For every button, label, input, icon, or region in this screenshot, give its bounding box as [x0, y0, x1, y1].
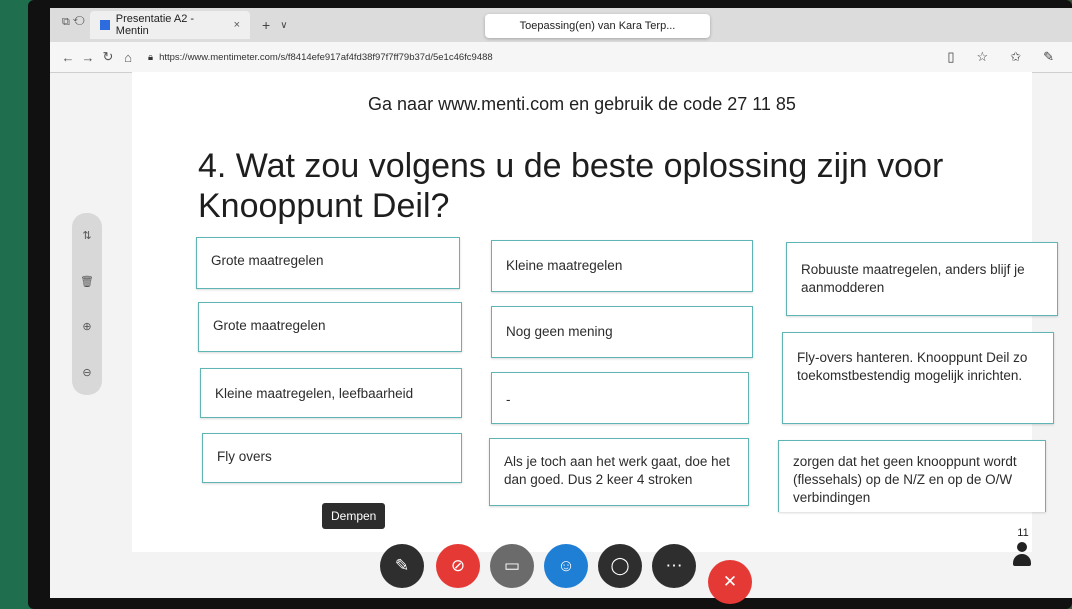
- response-text: Als je toch aan het werk gaat, doe het d…: [504, 454, 730, 487]
- response-card: Als je toch aan het werk gaat, doe het d…: [489, 438, 749, 506]
- more-icon: ⋯: [665, 556, 683, 575]
- back-icon[interactable]: ←: [58, 50, 78, 65]
- pen-icon[interactable]: ✎: [1043, 49, 1054, 65]
- favorite-icon[interactable]: ☆: [977, 49, 989, 65]
- response-card: Grote maatregelen: [196, 237, 460, 289]
- join-instruction: Ga naar www.menti.com en gebruik de code…: [368, 94, 796, 114]
- participants-icon: ☺: [557, 556, 575, 575]
- response-text: Grote maatregelen: [211, 253, 324, 268]
- url-text: https://www.mentimeter.com/s/f8414efe917…: [159, 51, 493, 63]
- mentimeter-favicon-icon: [100, 20, 110, 30]
- close-icon: ✕: [722, 572, 738, 591]
- tab-actions-icon[interactable]: ⧉ ⟲: [62, 16, 88, 34]
- chat-button[interactable]: ◯: [598, 544, 642, 588]
- delete-icon[interactable]: 🗑︎: [80, 275, 94, 288]
- reading-view-icon[interactable]: ▯: [947, 49, 954, 65]
- address-bar: ← → ↻ ⌂ 🔒︎ https://www.mentimeter.com/s/…: [50, 42, 1072, 73]
- tab-menu-icon[interactable]: ∨: [280, 20, 287, 31]
- share-icon: ▭: [503, 556, 521, 575]
- person-icon: [1012, 542, 1032, 568]
- response-card: Grote maatregelen: [198, 302, 462, 352]
- presentation-side-toolbar: ⇅ 🗑︎ ⊕ ⊖: [72, 213, 102, 395]
- url-field[interactable]: 🔒︎ https://www.mentimeter.com/s/f8414efe…: [148, 47, 908, 67]
- response-card: zorgen dat het geen knooppunt wordt (fle…: [778, 440, 1046, 512]
- favorites-bar-icon[interactable]: ✩: [1010, 49, 1021, 65]
- tab-presentation[interactable]: Presentatie A2 - Mentin ×: [90, 11, 250, 39]
- camera-toggle-button[interactable]: ⊘: [436, 544, 480, 588]
- browser-tools: ▯ ☆ ✩ ✎: [947, 49, 1054, 65]
- screen-share-title: Toepassing(en) van Kara Terp...: [485, 14, 710, 38]
- response-text: Robuuste maatregelen, anders blijf je aa…: [801, 262, 1025, 295]
- zoom-in-icon[interactable]: ⊕: [82, 320, 91, 333]
- meeting-controls: ✎ ⊘ ▭ ☺ ◯ ⋯: [330, 538, 710, 594]
- question-title: 4. Wat zou volgens u de beste oplossing …: [198, 147, 944, 225]
- close-tab-icon[interactable]: ×: [234, 19, 240, 31]
- microphone-off-icon: ✎: [394, 556, 410, 575]
- response-card: Kleine maatregelen, leefbaarheid: [200, 368, 462, 418]
- response-card: Nog geen mening: [491, 306, 753, 358]
- lock-icon: 🔒︎: [148, 51, 154, 63]
- response-text: zorgen dat het geen knooppunt wordt (fle…: [793, 454, 1017, 505]
- microphone-mute-button[interactable]: ✎: [380, 544, 424, 588]
- response-text: Kleine maatregelen: [506, 258, 623, 273]
- refresh-icon[interactable]: ↻: [98, 49, 118, 65]
- forward-icon[interactable]: →: [78, 50, 98, 65]
- participant-count: 11: [1017, 527, 1029, 539]
- response-text: -: [506, 392, 511, 407]
- more-options-button[interactable]: ⋯: [652, 544, 696, 588]
- response-card: Kleine maatregelen: [491, 240, 753, 292]
- presenter-icon[interactable]: ⇅: [82, 229, 91, 242]
- screen: ⧉ ⟲ Presentatie A2 - Mentin × + ∨ Toepas…: [50, 8, 1072, 598]
- slide: Ga naar www.menti.com en gebruik de code…: [132, 72, 1058, 552]
- response-text: Fly overs: [217, 449, 272, 464]
- participants-button[interactable]: ☺: [544, 544, 588, 588]
- camera-off-icon: ⊘: [450, 556, 466, 575]
- tab-title: Presentatie A2 - Mentin: [115, 13, 195, 37]
- response-card: Robuuste maatregelen, anders blijf je aa…: [786, 242, 1058, 316]
- response-card: -: [491, 372, 749, 424]
- response-card: Fly overs: [202, 433, 462, 483]
- response-text: Fly-overs hanteren. Knooppunt Deil zo to…: [797, 350, 1028, 383]
- new-tab-button[interactable]: +: [262, 17, 270, 33]
- mute-tooltip: Dempen: [322, 503, 386, 529]
- home-icon[interactable]: ⌂: [118, 50, 138, 65]
- chat-icon: ◯: [610, 556, 630, 575]
- response-text: Nog geen mening: [506, 324, 613, 339]
- hang-up-button[interactable]: ✕: [708, 560, 752, 604]
- response-card: Fly-overs hanteren. Knooppunt Deil zo to…: [782, 332, 1054, 424]
- zoom-out-icon[interactable]: ⊖: [82, 366, 91, 379]
- response-text: Grote maatregelen: [213, 318, 326, 333]
- response-text: Kleine maatregelen, leefbaarheid: [215, 386, 414, 401]
- share-button[interactable]: ▭: [490, 544, 534, 588]
